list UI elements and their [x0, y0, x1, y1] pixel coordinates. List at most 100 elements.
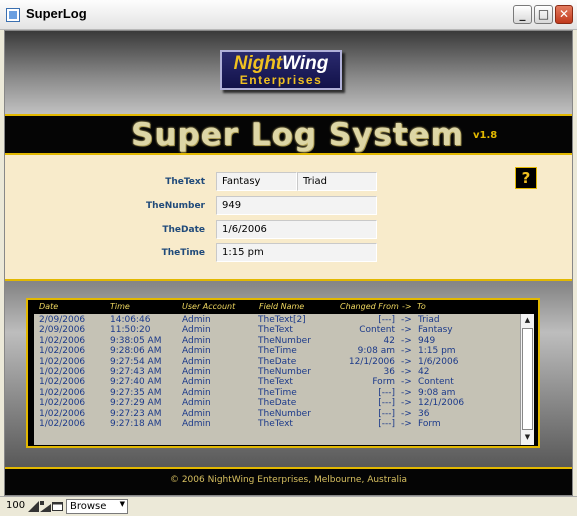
log-cell-date: 1/02/2006 — [39, 367, 86, 377]
scroll-down-icon[interactable]: ▼ — [521, 431, 534, 444]
log-cell-time: 9:27:18 AM — [110, 419, 162, 429]
log-cell-from: 36 — [383, 367, 395, 377]
log-cell-time: 9:27:29 AM — [110, 398, 162, 409]
log-cell-field: TheNumber — [258, 408, 311, 419]
log-cell-to: Form — [418, 419, 441, 429]
log-cell-arrow: -> — [401, 398, 412, 409]
log-cell-time: 14:06:46 — [110, 315, 151, 325]
log-cell-field: TheDate — [258, 356, 297, 367]
log-row[interactable]: 1/02/2006 9:27:23 AM Admin TheNumber [---] ->… — [34, 409, 518, 420]
log-cell-user: Admin — [182, 325, 211, 336]
log-cell-field: TheDate — [258, 398, 297, 409]
nightwing-logo: NightWing Enterprises — [220, 50, 342, 90]
log-cell-to: 36 — [418, 408, 430, 419]
log-cell-time: 9:38:05 AM — [110, 335, 162, 346]
record-form: TheText Fantasy Triad TheNumber 949 TheD… — [5, 155, 572, 281]
log-cell-to: 1/6/2006 — [418, 356, 459, 367]
zoom-out-icon[interactable] — [28, 501, 39, 512]
log-cell-arrow: -> — [401, 315, 412, 325]
log-cell-to: Fantasy — [418, 325, 453, 336]
log-cell-arrow: -> — [401, 408, 412, 419]
log-cell-arrow: -> — [401, 419, 412, 429]
log-cell-from: [---] — [378, 398, 395, 409]
log-cell-to: 9:08 am — [418, 387, 456, 398]
window-title: SuperLog — [26, 6, 87, 21]
title-banner: Super Log System v1.8 — [5, 114, 572, 155]
log-cell-field: TheText[2] — [258, 315, 306, 325]
log-row[interactable]: 1/02/2006 9:27:54 AM Admin TheDate 12/1/2006… — [34, 357, 518, 368]
thetext-field-2[interactable]: Triad — [297, 172, 377, 191]
log-cell-date: 2/09/2006 — [39, 315, 86, 325]
maximize-icon: □ — [537, 7, 550, 21]
log-cell-arrow: -> — [401, 367, 412, 377]
header-arrow: -> — [402, 302, 412, 311]
header-to: To — [417, 302, 426, 311]
log-cell-from: 12/1/2006 — [348, 356, 395, 367]
scroll-thumb[interactable] — [522, 328, 533, 430]
log-cell-time: 9:27:43 AM — [110, 367, 162, 377]
log-row[interactable]: 1/02/2006 9:27:40 AM Admin TheText Form -> Con… — [34, 377, 518, 388]
log-row[interactable]: 1/02/2006 9:27:35 AM Admin TheTime [---] -> 9:… — [34, 388, 518, 399]
log-cell-from: [---] — [378, 408, 395, 419]
log-cell-date: 1/02/2006 — [39, 377, 86, 388]
log-row[interactable]: 1/02/2006 9:27:43 AM Admin TheNumber 36 -> 42 — [34, 367, 518, 378]
thenumber-label: TheNumber — [146, 201, 205, 211]
header-user-account: User Account — [182, 302, 236, 311]
log-row[interactable]: 2/09/2006 11:50:20 Admin TheText Content -> Fa… — [34, 325, 518, 336]
close-button[interactable]: ✕ — [555, 5, 573, 24]
log-cell-user: Admin — [182, 387, 211, 398]
scroll-up-icon[interactable]: ▲ — [521, 314, 534, 327]
log-cell-user: Admin — [182, 377, 211, 388]
log-cell-from: [---] — [378, 315, 395, 325]
log-cell-to: Content — [418, 377, 454, 388]
logo-subtitle: Enterprises — [239, 73, 323, 87]
log-cell-from: 9:08 am — [357, 346, 395, 357]
footer-copyright: © 2006 NightWing Enterprises, Melbourne,… — [5, 467, 572, 495]
log-cell-from: [---] — [378, 419, 395, 429]
version-label: v1.8 — [473, 130, 498, 141]
log-cell-arrow: -> — [401, 377, 412, 388]
thetext-field-1[interactable]: Fantasy — [216, 172, 297, 191]
log-list[interactable]: 2/09/2006 14:06:46 Admin TheText[2] [---] -> T… — [34, 314, 534, 445]
log-cell-date: 1/02/2006 — [39, 346, 86, 357]
log-scrollbar[interactable]: ▲ ▼ — [520, 314, 534, 445]
zoom-in-icon[interactable] — [40, 501, 51, 512]
thetime-field[interactable]: 1:15 pm — [216, 243, 377, 262]
log-cell-user: Admin — [182, 367, 211, 377]
window-titlebar[interactable]: SuperLog _ □ ✕ — [0, 0, 577, 30]
layout-icon[interactable] — [52, 501, 63, 512]
header-field-name: Field Name — [259, 302, 305, 311]
log-cell-user: Admin — [182, 398, 211, 409]
log-cell-user: Admin — [182, 408, 211, 419]
log-row[interactable]: 1/02/2006 9:28:06 AM Admin TheTime 9:08 am ->… — [34, 346, 518, 357]
header-time: Time — [110, 302, 130, 311]
zoom-level[interactable]: 100 — [6, 500, 25, 511]
log-row[interactable]: 1/02/2006 9:27:18 AM Admin TheText [---] -> Fo… — [34, 419, 518, 430]
minimize-button[interactable]: _ — [513, 5, 532, 24]
log-cell-field: TheNumber — [258, 367, 311, 377]
log-cell-arrow: -> — [401, 335, 412, 346]
dropdown-arrow-icon: ▼ — [119, 500, 125, 508]
log-cell-arrow: -> — [401, 387, 412, 398]
minimize-icon: _ — [519, 7, 526, 21]
log-cell-field: TheText — [258, 419, 293, 429]
log-row[interactable]: 2/09/2006 14:06:46 Admin TheText[2] [---] -> T… — [34, 315, 518, 326]
mode-select[interactable]: Browse ▼ — [66, 499, 128, 514]
header-changed-from: Changed From — [340, 302, 399, 311]
log-cell-field: TheText — [258, 325, 293, 336]
log-cell-user: Admin — [182, 356, 211, 367]
log-cell-time: 9:27:40 AM — [110, 377, 162, 388]
log-cell-arrow: -> — [401, 325, 412, 336]
log-cell-date: 1/02/2006 — [39, 387, 86, 398]
maximize-button[interactable]: □ — [534, 5, 553, 24]
help-icon: ? — [521, 169, 531, 187]
help-button[interactable]: ? — [515, 167, 537, 189]
log-cell-date: 2/09/2006 — [39, 325, 86, 336]
log-cell-from: Content — [359, 325, 395, 336]
log-row[interactable]: 1/02/2006 9:27:29 AM Admin TheDate [---] -> 12… — [34, 398, 518, 409]
thedate-field[interactable]: 1/6/2006 — [216, 220, 377, 239]
log-row[interactable]: 1/02/2006 9:38:05 AM Admin TheNumber 42 -> 949 — [34, 336, 518, 347]
logo-wordmark: NightWing — [222, 52, 340, 74]
thenumber-field[interactable]: 949 — [216, 196, 377, 215]
log-cell-time: 9:27:54 AM — [110, 356, 162, 367]
